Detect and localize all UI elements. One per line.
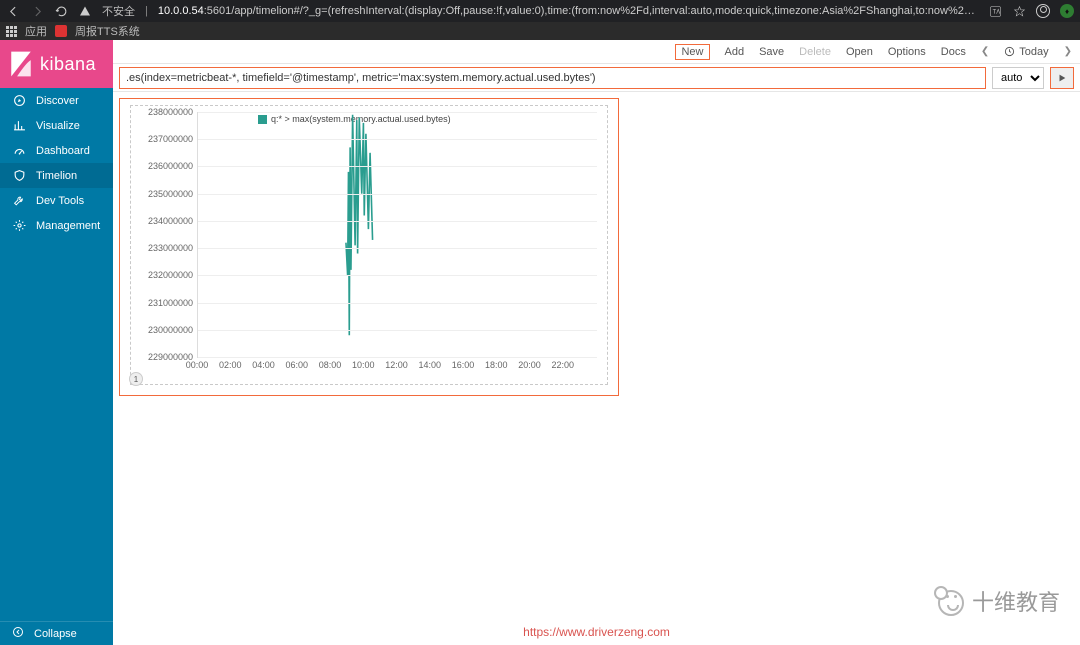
bookmark-label[interactable]: 周报TTS系统 bbox=[75, 23, 140, 39]
apps-icon[interactable] bbox=[6, 26, 17, 37]
sidebar-item-dashboard[interactable]: Dashboard bbox=[0, 138, 113, 163]
timepicker[interactable]: Today bbox=[1004, 46, 1048, 58]
x-tick: 16:00 bbox=[452, 360, 475, 370]
y-tick: 230000000 bbox=[148, 325, 193, 335]
address-bar[interactable]: 10.0.0.54:5601/app/timelion#/?_g=(refres… bbox=[158, 5, 978, 17]
action-open[interactable]: Open bbox=[846, 46, 873, 58]
y-tick: 231000000 bbox=[148, 298, 193, 308]
wrench-icon bbox=[12, 194, 26, 207]
x-tick: 10:00 bbox=[352, 360, 375, 370]
apps-label[interactable]: 应用 bbox=[25, 23, 47, 39]
browser-chrome: 不安全 | 10.0.0.54:5601/app/timelion#/?_g=(… bbox=[0, 0, 1080, 40]
bookmark-icon[interactable] bbox=[55, 25, 67, 37]
x-tick: 02:00 bbox=[219, 360, 242, 370]
y-tick: 236000000 bbox=[148, 161, 193, 171]
content-area: 2290000002300000002310000002320000002330… bbox=[113, 92, 1080, 645]
x-tick: 06:00 bbox=[285, 360, 308, 370]
insecure-label: 不安全 bbox=[102, 3, 135, 19]
play-icon bbox=[1057, 73, 1067, 83]
gauge-icon bbox=[12, 144, 26, 157]
sidebar-item-dev-tools[interactable]: Dev Tools bbox=[0, 188, 113, 213]
chart-panel[interactable]: 2290000002300000002310000002320000002330… bbox=[119, 98, 619, 396]
x-tick: 12:00 bbox=[385, 360, 408, 370]
insecure-icon bbox=[78, 4, 92, 18]
kibana-logo[interactable]: kibana bbox=[0, 40, 113, 88]
sidebar-item-label: Timelion bbox=[36, 170, 77, 182]
x-tick: 00:00 bbox=[186, 360, 209, 370]
action-new[interactable]: New bbox=[675, 44, 709, 60]
x-tick: 22:00 bbox=[551, 360, 574, 370]
x-tick: 04:00 bbox=[252, 360, 275, 370]
timepicker-label: Today bbox=[1019, 46, 1048, 58]
reload-icon[interactable] bbox=[54, 4, 68, 18]
y-tick: 238000000 bbox=[148, 107, 193, 117]
x-tick: 20:00 bbox=[518, 360, 541, 370]
collapse-button[interactable]: Collapse bbox=[0, 621, 113, 645]
sidebar-item-discover[interactable]: Discover bbox=[0, 88, 113, 113]
sidebar-item-management[interactable]: Management bbox=[0, 213, 113, 238]
brand-text: kibana bbox=[40, 54, 96, 75]
y-tick: 232000000 bbox=[148, 270, 193, 280]
sidebar-item-label: Dev Tools bbox=[36, 195, 84, 207]
footer-url[interactable]: https://www.driverzeng.com bbox=[523, 625, 670, 639]
sidebar-item-timelion[interactable]: Timelion bbox=[0, 163, 113, 188]
sidebar-item-label: Visualize bbox=[36, 120, 80, 132]
action-save[interactable]: Save bbox=[759, 46, 784, 58]
main: New Add Save Delete Open Options Docs ❮ Today ❯… bbox=[113, 40, 1080, 645]
y-tick: 233000000 bbox=[148, 243, 193, 253]
expression-input[interactable] bbox=[119, 67, 986, 89]
sidebar-item-visualize[interactable]: Visualize bbox=[0, 113, 113, 138]
sidebar: kibana Discover Visualize Dashboard Timelio… bbox=[0, 40, 113, 645]
extension-icon[interactable]: ♦ bbox=[1060, 4, 1074, 18]
y-tick: 235000000 bbox=[148, 189, 193, 199]
action-bar: New Add Save Delete Open Options Docs ❮ Today ❯ bbox=[113, 40, 1080, 64]
barchart-icon bbox=[12, 119, 26, 132]
prev-range-icon[interactable]: ❮ bbox=[981, 46, 989, 57]
next-range-icon[interactable]: ❯ bbox=[1064, 46, 1072, 57]
collapse-icon bbox=[12, 626, 24, 641]
back-icon[interactable] bbox=[6, 4, 20, 18]
watermark: 十维教育 bbox=[934, 585, 1060, 617]
chart: 2290000002300000002310000002320000002330… bbox=[141, 112, 597, 374]
profile-icon[interactable] bbox=[1036, 4, 1050, 18]
y-tick: 237000000 bbox=[148, 134, 193, 144]
page-badge[interactable]: 1 bbox=[129, 372, 143, 386]
clock-icon bbox=[1004, 46, 1015, 57]
run-button[interactable] bbox=[1050, 67, 1074, 89]
sidebar-item-label: Discover bbox=[36, 95, 79, 107]
action-docs[interactable]: Docs bbox=[941, 46, 966, 58]
star-icon[interactable] bbox=[1012, 4, 1026, 18]
collapse-label: Collapse bbox=[34, 628, 77, 640]
interval-select[interactable]: auto bbox=[992, 67, 1044, 89]
sidebar-item-label: Dashboard bbox=[36, 145, 90, 157]
forward-icon[interactable] bbox=[30, 4, 44, 18]
action-add[interactable]: Add bbox=[725, 46, 745, 58]
query-row: auto bbox=[113, 64, 1080, 92]
action-delete[interactable]: Delete bbox=[799, 46, 831, 58]
action-options[interactable]: Options bbox=[888, 46, 926, 58]
sidebar-item-label: Management bbox=[36, 220, 100, 232]
y-tick: 234000000 bbox=[148, 216, 193, 226]
gear-icon bbox=[12, 219, 26, 232]
watermark-text: 十维教育 bbox=[972, 585, 1060, 617]
compass-icon bbox=[12, 94, 26, 107]
translate-icon[interactable] bbox=[988, 4, 1002, 18]
x-tick: 08:00 bbox=[319, 360, 342, 370]
x-tick: 18:00 bbox=[485, 360, 508, 370]
kibana-logo-icon bbox=[10, 51, 32, 77]
shield-icon bbox=[12, 169, 26, 182]
x-tick: 14:00 bbox=[418, 360, 441, 370]
wechat-icon bbox=[934, 586, 964, 616]
